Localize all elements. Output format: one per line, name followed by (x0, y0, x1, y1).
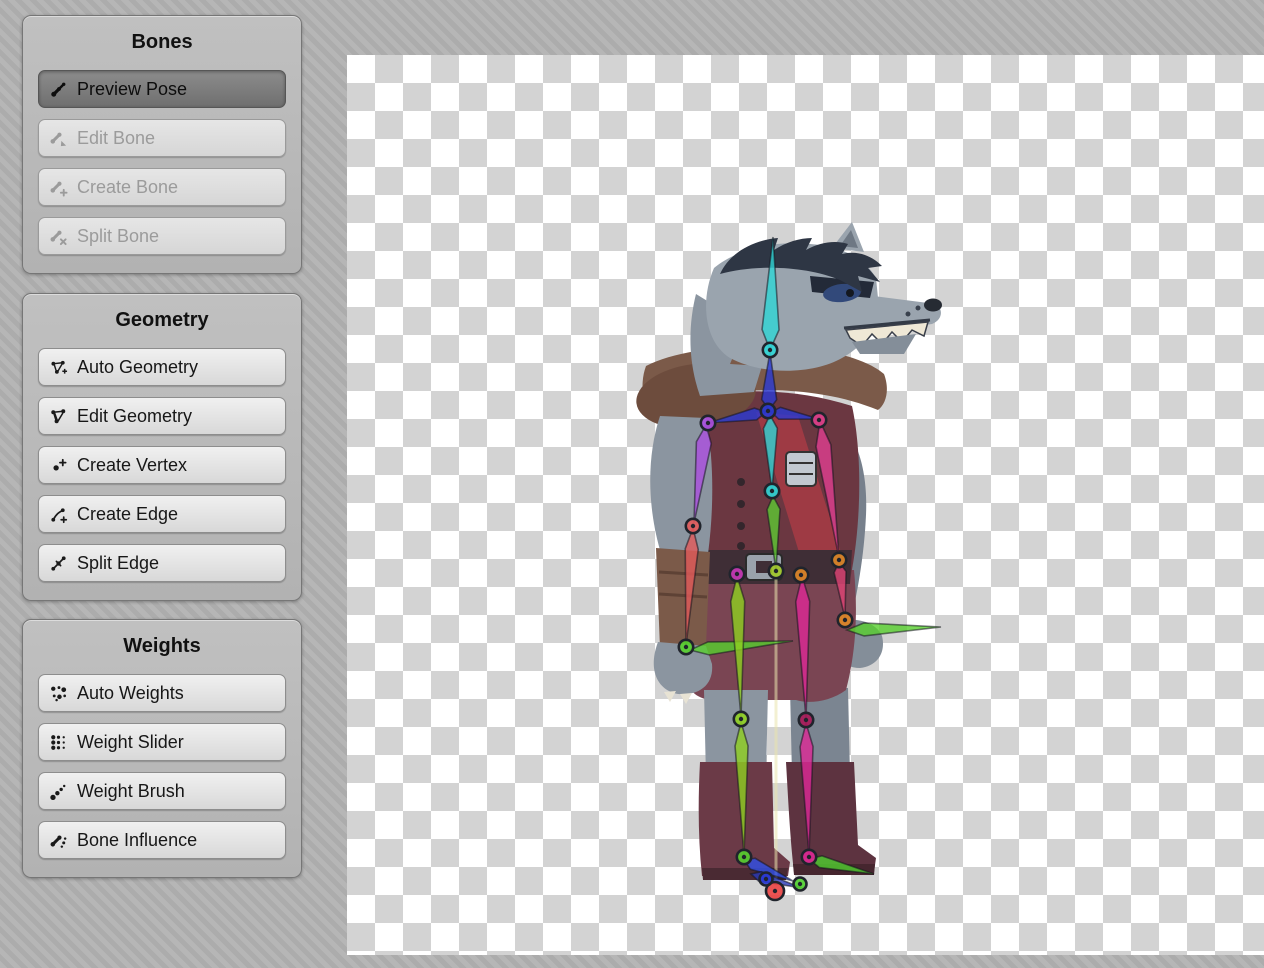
bones-panel: Bones Preview Pose Edit Bone (22, 15, 302, 274)
bone-influence-button[interactable]: Bone Influence (38, 821, 286, 859)
geometry-auto-icon (49, 358, 68, 377)
bone-influence-icon (49, 831, 68, 850)
button-label: Preview Pose (77, 79, 187, 100)
button-label: Weight Slider (77, 732, 184, 753)
geometry-edit-icon (49, 407, 68, 426)
bone-upper-arm-right[interactable] (816, 421, 839, 558)
bone-joint-center (764, 877, 768, 881)
preview-pose-button[interactable]: Preview Pose (38, 70, 286, 108)
skinning-editor: { "panels": { "bones": { "title": "Bones… (0, 0, 1264, 968)
bone-joint-center (804, 718, 808, 722)
weights-auto-icon (49, 684, 68, 703)
bones-panel-title: Bones (38, 30, 286, 54)
bone-joint-center (799, 573, 803, 577)
geometry-panel: Geometry Auto Geometry Edit Geometry (22, 293, 302, 601)
weight-slider-button[interactable]: Weight Slider (38, 723, 286, 761)
bone-edit-icon (49, 129, 68, 148)
button-label: Edit Geometry (77, 406, 192, 427)
button-label: Weight Brush (77, 781, 185, 802)
weight-brush-button[interactable]: Weight Brush (38, 772, 286, 810)
create-vertex-button[interactable]: Create Vertex (38, 446, 286, 484)
bone-foot-right[interactable] (809, 856, 874, 874)
bone-shin-left[interactable] (735, 722, 748, 855)
bone-joint-center (735, 572, 739, 576)
bone-joint-center (770, 489, 774, 493)
bone-joint-center (691, 524, 695, 528)
weights-panel-title: Weights (38, 634, 286, 658)
bone-chest[interactable] (763, 415, 777, 490)
auto-geometry-button[interactable]: Auto Geometry (38, 348, 286, 386)
bone-joint-center (768, 348, 772, 352)
bone-joint-center (684, 645, 688, 649)
skeleton-overlay[interactable] (347, 55, 1264, 955)
bone-joint-center (807, 855, 811, 859)
button-label: Create Bone (77, 177, 178, 198)
bone-belly[interactable] (767, 496, 780, 570)
sprite-canvas[interactable] (347, 55, 1264, 955)
bone-split-icon (49, 227, 68, 246)
button-label: Create Edge (77, 504, 178, 525)
button-label: Split Bone (77, 226, 159, 247)
edge-create-icon (49, 505, 68, 524)
bone-upper-arm-left[interactable] (694, 425, 711, 523)
bone-joint-center (774, 569, 778, 573)
bone-joint-center (766, 409, 770, 413)
bone-joint-center (739, 717, 743, 721)
create-edge-button[interactable]: Create Edge (38, 495, 286, 533)
button-label: Auto Weights (77, 683, 184, 704)
button-label: Bone Influence (77, 830, 197, 851)
button-label: Split Edge (77, 553, 159, 574)
bone-thigh-right[interactable] (796, 576, 810, 718)
bone-joint-center (837, 558, 841, 562)
bone-joint-center (742, 855, 746, 859)
auto-weights-button[interactable]: Auto Weights (38, 674, 286, 712)
bone-joint-center (843, 618, 847, 622)
bone-joint-center (706, 421, 710, 425)
bone-joint-center (817, 418, 821, 422)
button-label: Create Vertex (77, 455, 187, 476)
weight-slider-icon (49, 733, 68, 752)
geometry-panel-title: Geometry (38, 308, 286, 332)
weights-panel: Weights Auto Weights Weight Slider (22, 619, 302, 878)
bone-shin-right[interactable] (800, 723, 813, 855)
bone-clavicle-left[interactable] (708, 408, 766, 423)
bone-hand-right[interactable] (847, 623, 941, 636)
weight-brush-icon (49, 782, 68, 801)
vertex-create-icon (49, 456, 68, 475)
bone-neck[interactable] (762, 352, 777, 410)
edit-bone-button[interactable]: Edit Bone (38, 119, 286, 157)
button-label: Auto Geometry (77, 357, 198, 378)
create-bone-button[interactable]: Create Bone (38, 168, 286, 206)
bone-forearm-right[interactable] (834, 562, 846, 618)
button-label: Edit Bone (77, 128, 155, 149)
edge-split-icon (49, 554, 68, 573)
bone-pose-icon (49, 80, 68, 99)
bone-forearm-left[interactable] (685, 528, 698, 645)
bone-head[interactable] (762, 237, 779, 350)
bone-create-icon (49, 178, 68, 197)
edit-geometry-button[interactable]: Edit Geometry (38, 397, 286, 435)
bone-joint-center (773, 889, 777, 893)
split-edge-button[interactable]: Split Edge (38, 544, 286, 582)
bone-joint-center (798, 882, 802, 886)
split-bone-button[interactable]: Split Bone (38, 217, 286, 255)
